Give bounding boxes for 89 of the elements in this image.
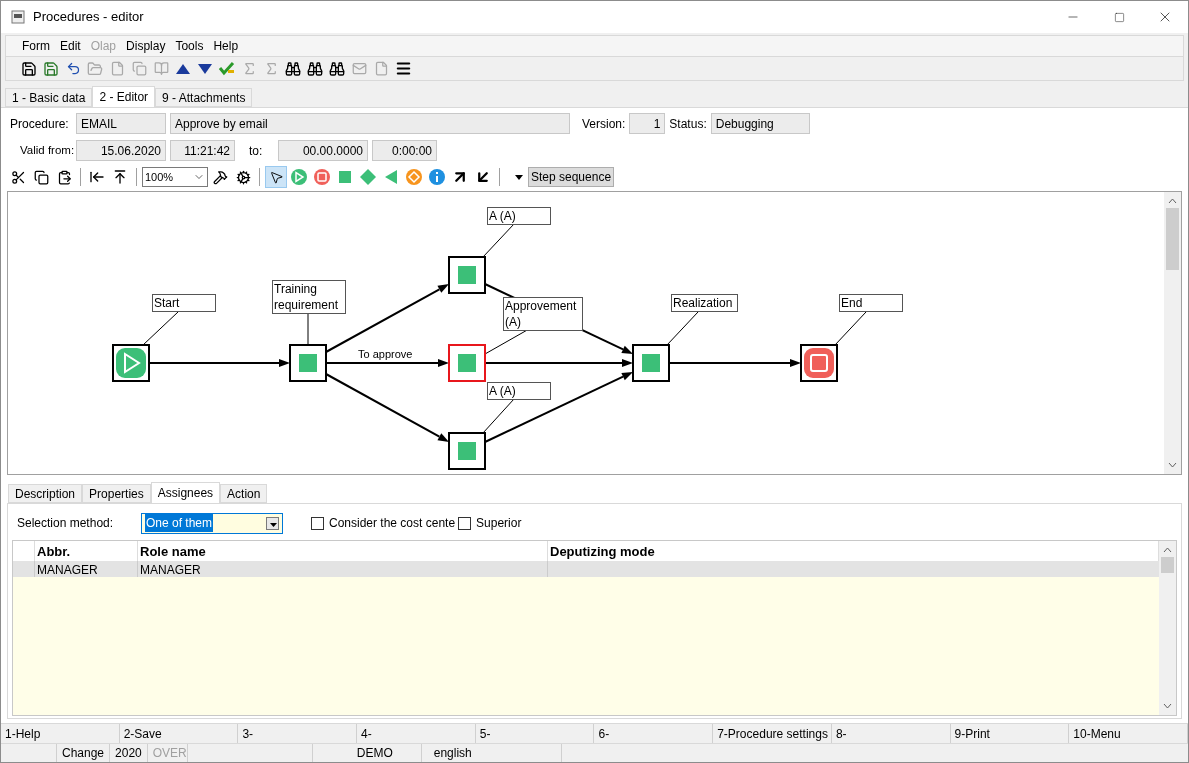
checkbox-label: Consider the cost cente [329, 515, 456, 532]
version-field[interactable]: 1 [629, 113, 666, 134]
leader-line [666, 311, 699, 346]
square-icon [339, 171, 351, 183]
status-field: Change [57, 744, 111, 762]
caret-icon [515, 174, 523, 180]
leader-line [307, 313, 309, 346]
scroll-down-icon[interactable] [1168, 462, 1177, 468]
menu-item[interactable]: Help [213, 37, 239, 55]
leader-line [142, 311, 179, 346]
table-cell: MANAGER [35, 561, 138, 577]
tab[interactable]: Action [220, 484, 268, 503]
scroll-thumb[interactable] [1161, 557, 1174, 573]
menu-item[interactable]: Tools [175, 37, 204, 55]
scrollbar[interactable] [1159, 541, 1176, 715]
scroll-up-icon[interactable] [1163, 547, 1172, 553]
tab[interactable]: Description [8, 484, 83, 503]
connector-arrow[interactable] [484, 372, 633, 443]
checkbox[interactable] [458, 516, 472, 530]
node-label[interactable]: A (A) [487, 207, 551, 225]
node-label[interactable]: Realization [671, 294, 738, 312]
date-field[interactable]: 00.00.0000 [278, 140, 368, 161]
junction-icon [405, 168, 423, 186]
triangle-icon [385, 170, 397, 184]
time-field[interactable]: 0:00:00 [372, 140, 437, 161]
tab[interactable]: 1 - Basic data [5, 88, 93, 107]
start-node[interactable] [112, 344, 150, 382]
node-label[interactable]: End [839, 294, 903, 312]
connector-arrow[interactable] [325, 373, 449, 442]
tab[interactable]: Assignees [150, 482, 221, 504]
status-field: 2020 [110, 744, 148, 762]
tab[interactable]: 9 - Attachments [155, 88, 253, 107]
menu-item[interactable]: Edit [60, 37, 81, 55]
selection-dropdown[interactable]: One of them [141, 512, 283, 534]
checkbox-label: Superior [476, 515, 522, 532]
activity-node[interactable] [448, 432, 486, 470]
zoom-dropdown[interactable]: 100% [142, 167, 208, 187]
node-label[interactable]: Training requirement [272, 280, 346, 314]
connector-arrow[interactable] [325, 359, 449, 367]
status-field: DEMO [311, 744, 422, 762]
activity-node[interactable] [289, 344, 327, 382]
name-field[interactable]: Approve by email [170, 113, 570, 134]
status-field: OVER [147, 744, 188, 762]
field-label: Status: [669, 115, 707, 133]
activity-node[interactable] [448, 344, 486, 382]
checkbox[interactable] [311, 516, 324, 530]
step-sequence-button[interactable]: Step sequence [528, 167, 615, 187]
node-label[interactable]: Start [152, 294, 216, 312]
window-title: Procedures - editor [33, 8, 144, 27]
maximize-icon [1113, 11, 1125, 23]
menu-item[interactable]: Form [22, 37, 50, 55]
scroll-thumb[interactable] [1166, 208, 1179, 270]
status-field: english [421, 744, 562, 762]
leader-line [482, 398, 515, 434]
connector-arrow[interactable] [148, 359, 290, 367]
node-label[interactable]: Approvement (A) [503, 297, 583, 331]
diamond-icon [360, 169, 376, 185]
tool-button[interactable] [265, 166, 287, 188]
scroll-down-icon[interactable] [1163, 703, 1172, 709]
time-field[interactable]: 11:21:42 [170, 140, 235, 161]
date-field[interactable]: 15.06.2020 [76, 140, 166, 161]
code-field[interactable]: EMAIL [76, 113, 166, 134]
activity-node[interactable] [632, 344, 670, 382]
start-icon [290, 168, 308, 186]
tab[interactable]: 2 - Editor [92, 86, 156, 108]
table-row[interactable]: MANAGER MANAGER [13, 561, 1159, 577]
table-cell: MANAGER [138, 561, 548, 577]
end-node[interactable] [800, 344, 838, 382]
node-label[interactable]: A (A) [487, 382, 551, 400]
tab[interactable]: Properties [82, 484, 151, 503]
leader-line [834, 311, 867, 346]
connector-arrow[interactable] [668, 359, 801, 367]
scroll-up-icon[interactable] [1168, 198, 1177, 204]
field-label: Selection method: [17, 515, 115, 532]
scrollbar[interactable] [1164, 192, 1181, 474]
info-icon [428, 168, 446, 186]
field-label: Valid from: [20, 142, 72, 158]
pointer-icon [268, 169, 284, 185]
menu-item[interactable]: Display [126, 37, 166, 55]
connector-label: To approve [358, 349, 413, 360]
field-label: Procedure: [10, 115, 70, 133]
leader-line [482, 223, 515, 258]
field-label: Version: [582, 115, 626, 133]
app-icon [11, 10, 25, 24]
connector-arrow[interactable] [484, 359, 633, 367]
field-label: to: [249, 142, 264, 160]
activity-node[interactable] [448, 256, 486, 294]
status-field[interactable]: Debugging [710, 113, 810, 134]
stop-icon [313, 168, 331, 186]
